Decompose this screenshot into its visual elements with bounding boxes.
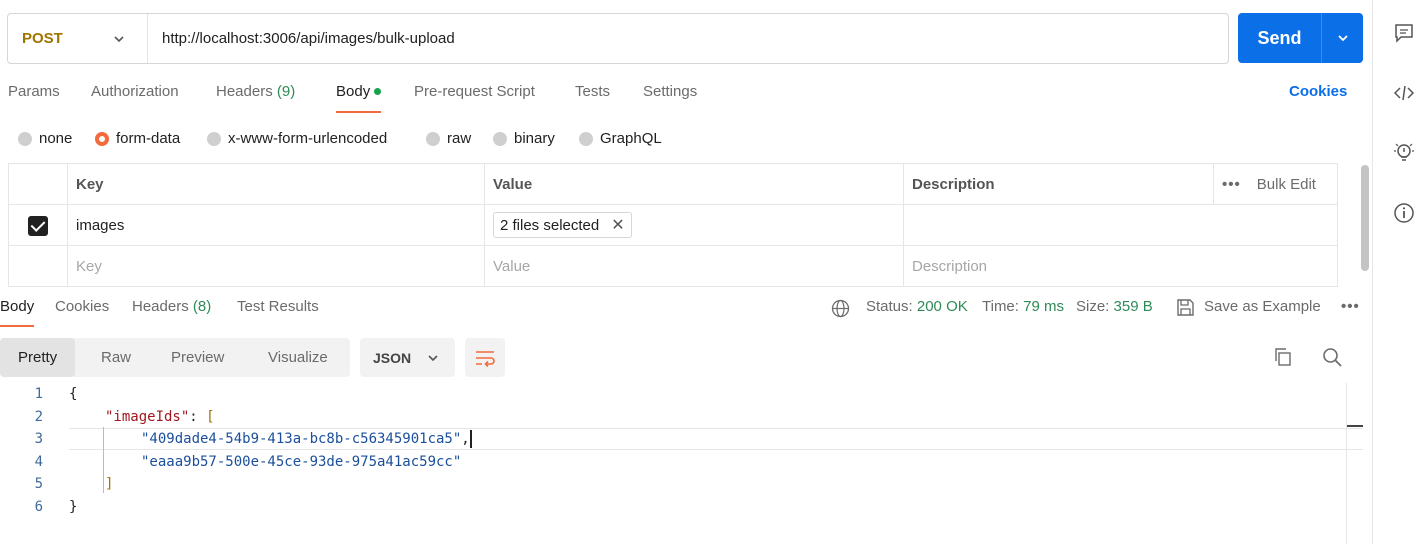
info-icon[interactable] (1393, 202, 1415, 224)
url-input[interactable]: http://localhost:3006/api/images/bulk-up… (148, 30, 455, 47)
tab-response-cookies[interactable]: Cookies (55, 298, 109, 327)
copy-icon[interactable] (1273, 347, 1293, 367)
tab-settings[interactable]: Settings (643, 83, 697, 113)
format-pretty[interactable]: Pretty (0, 338, 76, 377)
column-key: Key (67, 163, 485, 205)
row-key-input[interactable]: images (67, 204, 485, 246)
column-description: Description (903, 163, 1214, 205)
form-data-table: Key Value Description ••• Bulk Edit image… (8, 163, 1338, 287)
scrollbar-thumb[interactable] (1361, 165, 1369, 271)
new-description-input[interactable]: Description (903, 245, 1338, 287)
right-sidebar (1372, 0, 1425, 544)
radio-none[interactable]: none (18, 130, 72, 147)
globe-icon[interactable] (831, 299, 850, 318)
wrap-lines-button[interactable] (465, 338, 505, 377)
tab-test-results[interactable]: Test Results (237, 298, 319, 327)
tab-body[interactable]: Body (336, 83, 382, 113)
response-body-editor[interactable]: 1 { 2 "imageIds": [ 3 "409dade4-54b9-413… (0, 383, 1365, 544)
send-options-button[interactable] (1322, 13, 1363, 63)
format-visualize[interactable]: Visualize (268, 338, 328, 377)
response-tabs: Body Cookies Headers (8) Test Results (0, 298, 1370, 328)
method-label: POST (22, 30, 63, 47)
code-line: 3 "409dade4-54b9-413a-bc8b-c56345901ca5"… (34, 430, 472, 448)
tab-pre-request-script[interactable]: Pre-request Script (414, 83, 535, 113)
tab-response-body[interactable]: Body (0, 298, 35, 327)
chevron-down-icon (428, 355, 438, 362)
code-line: 6 } (34, 499, 78, 515)
bulk-edit-button[interactable]: Bulk Edit (1257, 176, 1316, 193)
chevron-down-icon (1337, 35, 1348, 42)
language-select[interactable]: JSON (360, 338, 455, 377)
radio-binary[interactable]: binary (493, 130, 555, 147)
files-selected-chip[interactable]: 2 files selected ✕ (493, 212, 632, 238)
remove-files-icon[interactable]: ✕ (611, 215, 624, 235)
new-value-input[interactable]: Value (484, 245, 904, 287)
tab-response-headers[interactable]: Headers (8) (132, 298, 211, 327)
format-raw[interactable]: Raw (101, 338, 131, 377)
text-cursor (469, 430, 472, 448)
method-select[interactable]: POST (8, 14, 148, 63)
more-options-icon[interactable]: ••• (1222, 176, 1241, 193)
format-preview[interactable]: Preview (171, 338, 224, 377)
scroll-position-marker (1347, 425, 1363, 427)
cookies-link[interactable]: Cookies (1289, 83, 1347, 100)
tab-params[interactable]: Params (8, 83, 60, 113)
tab-tests[interactable]: Tests (575, 83, 610, 113)
request-bar: POST http://localhost:3006/api/images/bu… (7, 13, 1229, 64)
request-tabs: Params Authorization Headers (9) Body Pr… (8, 83, 1368, 113)
new-key-input[interactable]: Key (67, 245, 485, 287)
bulk-edit-cell: ••• Bulk Edit (1213, 163, 1338, 205)
code-line: 1 { (34, 386, 78, 402)
search-icon[interactable] (1322, 347, 1343, 368)
send-button-group: Send (1238, 13, 1363, 63)
send-button[interactable]: Send (1238, 13, 1322, 63)
code-line: 2 "imageIds": [ (34, 409, 215, 425)
lightbulb-icon[interactable] (1393, 142, 1415, 164)
headers-count: (9) (276, 83, 296, 100)
radio-raw[interactable]: raw (426, 130, 471, 147)
radio-x-www-form-urlencoded[interactable]: x-www-form-urlencoded (207, 130, 387, 147)
row-description-input[interactable] (903, 204, 1338, 246)
indent-guide (103, 427, 104, 493)
tab-authorization[interactable]: Authorization (91, 83, 179, 113)
save-icon[interactable] (1176, 298, 1195, 317)
editor-scroll-edge (1346, 383, 1347, 544)
table-row: Key Value Description (8, 245, 1338, 287)
body-indicator-dot (374, 87, 382, 95)
row-enabled-checkbox[interactable] (28, 216, 48, 236)
comment-icon[interactable] (1393, 22, 1415, 44)
status-indicator[interactable]: Status: 200 OK (866, 298, 968, 315)
radio-form-data[interactable]: form-data (95, 130, 180, 147)
chevron-down-icon (114, 36, 124, 43)
more-options-icon[interactable]: ••• (1341, 298, 1360, 315)
code-icon[interactable] (1393, 82, 1415, 104)
radio-graphql[interactable]: GraphQL (579, 130, 662, 147)
tab-headers[interactable]: Headers (9) (216, 83, 295, 113)
format-tabs: Pretty Raw Preview Visualize (0, 338, 350, 377)
time-indicator[interactable]: Time: 79 ms (982, 298, 1064, 315)
size-indicator[interactable]: Size: 359 B (1076, 298, 1153, 315)
save-as-example-button[interactable]: Save as Example (1204, 298, 1321, 315)
table-row: images 2 files selected ✕ (8, 204, 1338, 246)
code-line: 5 ] (34, 476, 114, 492)
code-line: 4 "eaaa9b57-500e-45ce-93de-975a41ac59cc" (34, 454, 462, 470)
wrap-lines-icon (476, 350, 495, 367)
column-value: Value (484, 163, 904, 205)
row-value-cell[interactable]: 2 files selected ✕ (484, 204, 904, 246)
table-header-row: Key Value Description ••• Bulk Edit (8, 163, 1338, 205)
